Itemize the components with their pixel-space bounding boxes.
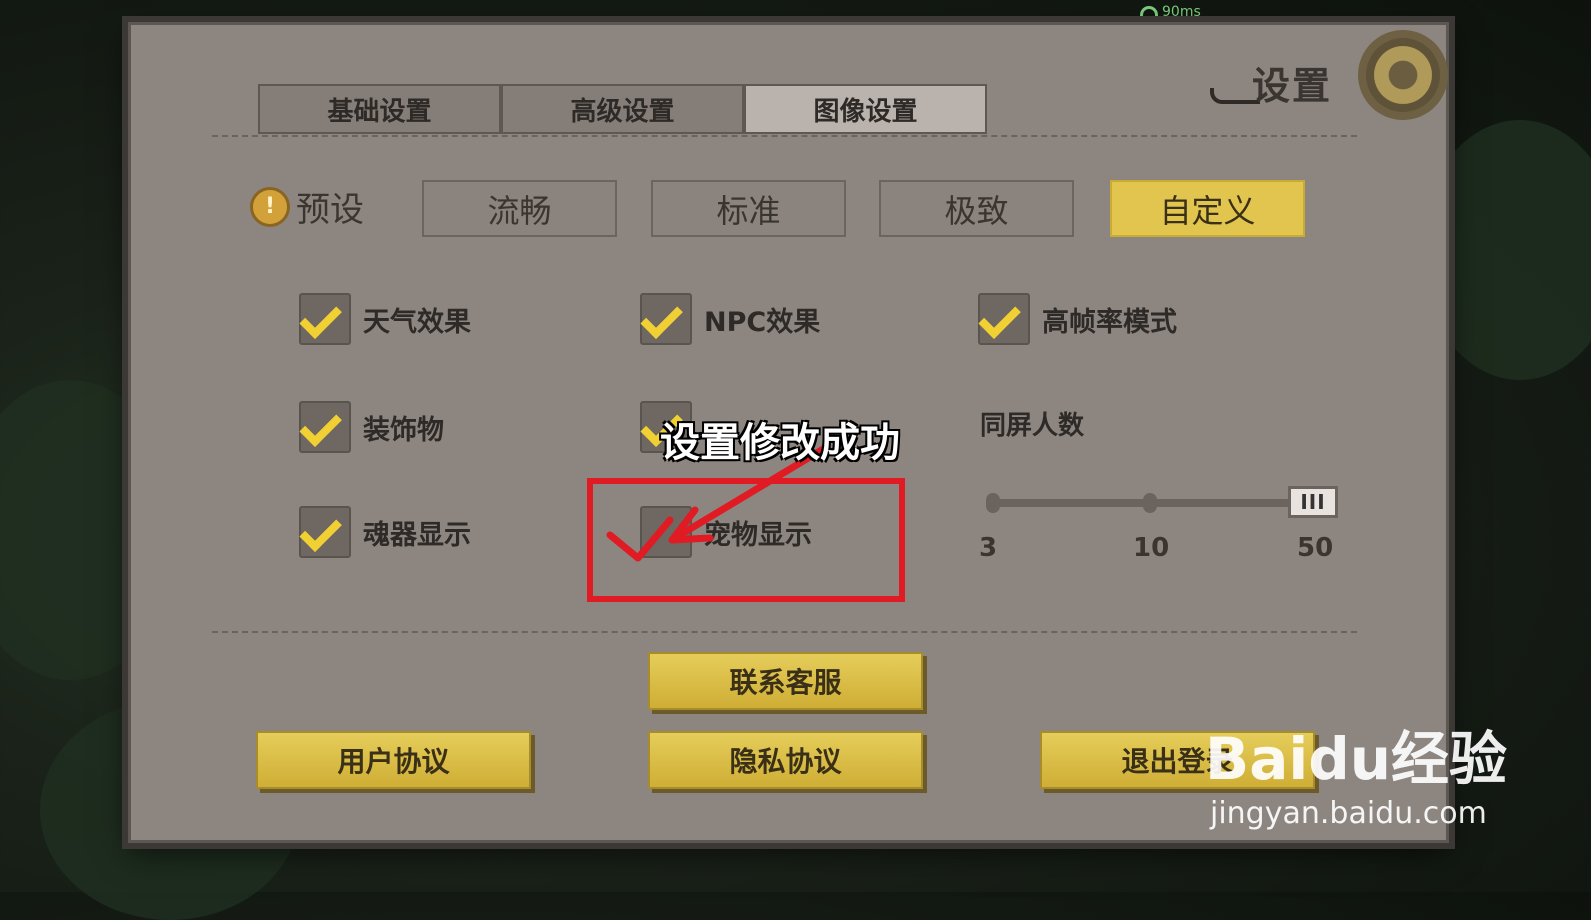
slider-tick-label: 3 (979, 533, 998, 563)
page-title: 设置 (1252, 64, 1333, 108)
option-high-fps[interactable]: 高帧率模式 (978, 293, 1177, 345)
option-label: 魂器显示 (363, 519, 471, 551)
checkbox[interactable] (640, 293, 692, 345)
slider-handle[interactable]: III (1288, 486, 1338, 518)
option-label: NPC效果 (704, 306, 821, 338)
option-soul-display[interactable]: 魂器显示 (299, 506, 471, 558)
preset-smooth-button[interactable]: 流畅 (422, 180, 617, 237)
check-icon (299, 296, 342, 339)
contact-support-button[interactable]: 联系客服 (648, 652, 923, 710)
privacy-button[interactable]: 隐私协议 (648, 731, 923, 789)
preset-standard-button[interactable]: 标准 (651, 180, 846, 237)
gear-icon (1358, 30, 1448, 120)
toast-message: 设置修改成功 (660, 420, 900, 466)
check-icon (299, 509, 342, 552)
user-agreement-button[interactable]: 用户协议 (256, 731, 531, 789)
checkbox[interactable] (299, 506, 351, 558)
slider-stop (986, 493, 1000, 513)
preset-ultra-button[interactable]: 极致 (879, 180, 1074, 237)
alert-icon: ! (250, 186, 290, 227)
check-icon (299, 404, 342, 447)
wifi-icon (1140, 6, 1158, 18)
screen-count-label: 同屏人数 (980, 411, 1085, 441)
preset-custom-button[interactable]: 自定义 (1110, 180, 1305, 237)
checkbox[interactable] (299, 293, 351, 345)
watermark-logo: Baidu经验 (1205, 725, 1508, 793)
watermark-url: jingyan.baidu.com (1210, 796, 1487, 831)
tab-basic[interactable]: 基础设置 (258, 84, 501, 134)
settings-tabs: 基础设置 高级设置 图像设置 (258, 84, 987, 134)
checkbox[interactable] (299, 401, 351, 453)
slider-stop (1143, 493, 1157, 513)
divider (212, 631, 1357, 633)
slider-tick-label: 10 (1133, 533, 1170, 563)
check-icon (640, 296, 683, 339)
option-label: 装饰物 (363, 414, 444, 446)
check-icon (978, 296, 1021, 339)
option-npc[interactable]: NPC效果 (640, 293, 820, 345)
preset-label-text: 预设 (296, 190, 364, 230)
slider-tick-label: 50 (1297, 533, 1334, 563)
divider (212, 135, 1357, 137)
option-label: 高帧率模式 (1042, 306, 1177, 338)
tab-graphics[interactable]: 图像设置 (744, 84, 987, 134)
latency-text: 90ms (1162, 4, 1201, 20)
preset-label: ! 预设 (250, 182, 364, 231)
network-status: 90ms (1140, 4, 1201, 20)
checkbox[interactable] (978, 293, 1030, 345)
tab-advanced[interactable]: 高级设置 (501, 84, 744, 134)
option-label: 天气效果 (363, 306, 471, 338)
option-decorations[interactable]: 装饰物 (299, 401, 444, 453)
watermark: Baidu经验 jingyan.baidu.com (1205, 712, 1507, 831)
option-weather[interactable]: 天气效果 (299, 293, 471, 345)
